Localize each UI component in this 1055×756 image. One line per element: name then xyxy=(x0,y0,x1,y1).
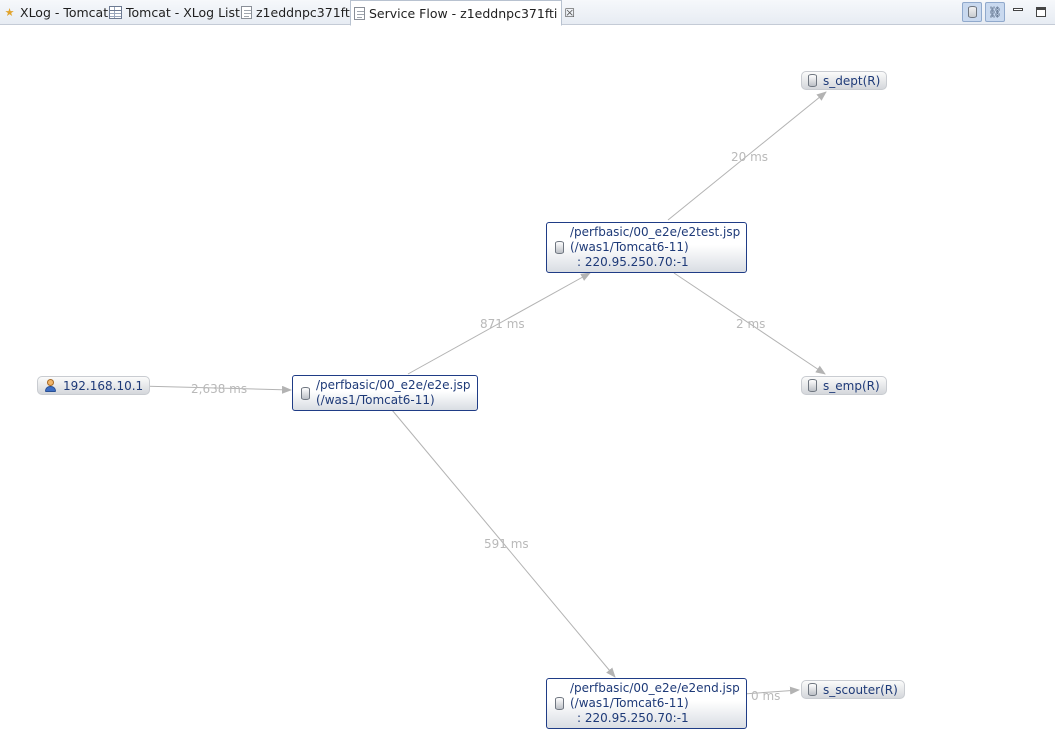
edge-label: 591 ms xyxy=(484,537,529,551)
database-icon xyxy=(808,683,817,696)
table-icon xyxy=(109,6,122,19)
edge-label: 2 ms xyxy=(736,317,765,331)
document-icon xyxy=(354,6,365,20)
node-label: s_dept(R) xyxy=(823,73,881,88)
node-service-path: /perfbasic/00_e2e/e2test.jsp xyxy=(570,225,741,239)
tab-service-flow[interactable]: Service Flow - z1eddnpc371fti ☒ xyxy=(350,0,575,26)
node-db-s-scouter[interactable]: s_scouter(R) xyxy=(801,680,905,699)
tab-tomcat-xlog-list[interactable]: Tomcat - XLog List xyxy=(106,0,243,25)
node-service-e2end[interactable]: /perfbasic/00_e2e/e2end.jsp (/was1/Tomca… xyxy=(546,678,747,729)
server-icon xyxy=(555,241,564,254)
database-toggle-button[interactable] xyxy=(962,2,982,22)
maximize-button[interactable] xyxy=(1031,2,1051,22)
node-service-address: : 220.95.250.70:-1 xyxy=(577,711,689,725)
link-toggle-button[interactable]: ⛓ xyxy=(985,2,1005,22)
tab-label: XLog - Tomcat xyxy=(20,5,109,20)
node-service-instance: (/was1/Tomcat6-11) xyxy=(570,240,689,254)
node-service-e2test[interactable]: /perfbasic/00_e2e/e2test.jsp (/was1/Tomc… xyxy=(546,222,748,273)
edge-label: 20 ms xyxy=(731,150,768,164)
node-label: s_emp(R) xyxy=(823,378,880,393)
tab-z1eddnpc371fti[interactable]: z1eddnpc371fti xyxy=(238,0,356,25)
node-db-s-emp[interactable]: s_emp(R) xyxy=(801,376,887,395)
close-icon[interactable]: ☒ xyxy=(564,6,575,20)
node-label: s_scouter(R) xyxy=(823,682,898,697)
link-icon: ⛓ xyxy=(988,5,1002,19)
minimize-button[interactable] xyxy=(1008,2,1028,22)
node-service-instance: (/was1/Tomcat6-11) xyxy=(570,696,689,710)
document-icon xyxy=(241,6,252,19)
edge-label: 2,638 ms xyxy=(191,382,247,396)
node-service-instance: (/was1/Tomcat6-11) xyxy=(316,393,435,407)
edge-label: 871 ms xyxy=(480,317,525,331)
star-icon: ★ xyxy=(4,6,15,19)
flow-edges: 2,638 ms 871 ms 591 ms 20 ms 2 ms 0 ms xyxy=(138,91,827,703)
editor-tab-bar: ★ XLog - Tomcat Tomcat - XLog List z1edd… xyxy=(0,0,1055,26)
tab-label: z1eddnpc371fti xyxy=(256,5,354,20)
database-icon xyxy=(808,74,817,87)
server-icon xyxy=(555,697,564,710)
tab-label: Service Flow - z1eddnpc371fti xyxy=(369,5,558,21)
node-db-s-dept[interactable]: s_dept(R) xyxy=(801,71,888,90)
node-service-e2e[interactable]: /perfbasic/00_e2e/e2e.jsp (/was1/Tomcat6… xyxy=(292,375,478,411)
database-toggle-icon xyxy=(967,6,977,18)
database-icon xyxy=(808,379,817,392)
server-icon xyxy=(301,386,310,400)
node-service-address: : 220.95.250.70:-1 xyxy=(577,255,689,269)
maximize-icon xyxy=(1036,7,1046,17)
tab-xlog-tomcat[interactable]: ★ XLog - Tomcat xyxy=(0,0,111,25)
node-service-path: /perfbasic/00_e2e/e2end.jsp xyxy=(570,681,740,695)
node-client-ip[interactable]: 192.168.10.1 xyxy=(37,376,151,395)
tab-label: Tomcat - XLog List xyxy=(126,5,240,20)
edge-label: 0 ms xyxy=(751,689,780,703)
user-icon xyxy=(44,379,57,392)
node-label: 192.168.10.1 xyxy=(63,378,144,393)
minimize-icon xyxy=(1013,7,1023,11)
node-service-path: /perfbasic/00_e2e/e2e.jsp xyxy=(316,378,471,392)
